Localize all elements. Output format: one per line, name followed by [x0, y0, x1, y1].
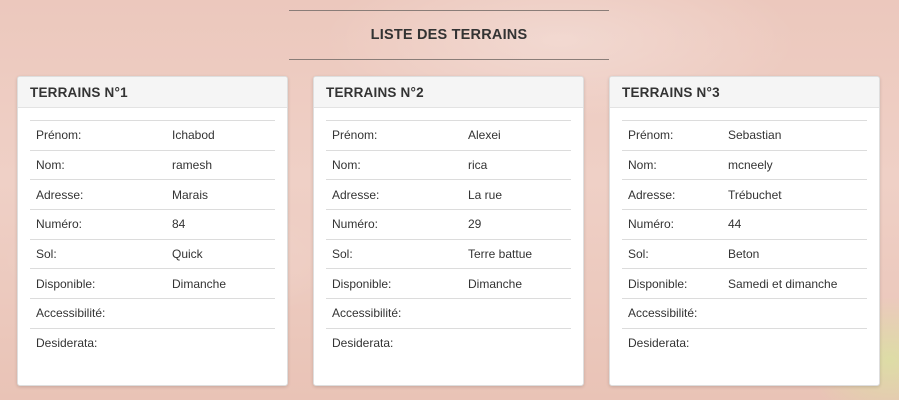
page-header: LISTE DES TERRAINS — [289, 10, 609, 60]
label-nom: Nom: — [30, 149, 166, 180]
row-numero: Numéro: 29 — [326, 209, 571, 240]
card-title: TERRAINS N°1 — [18, 77, 287, 108]
page-title-prefix: LISTE DES — [370, 27, 448, 43]
row-prenom: Prénom: Alexei — [326, 120, 571, 151]
card-title: TERRAINS N°2 — [314, 77, 583, 108]
value-desiderata — [462, 327, 571, 358]
value-sol: Beton — [722, 238, 867, 269]
row-accessibilite: Accessibilité: — [326, 298, 571, 329]
terrain-card-1: TERRAINS N°1 Prénom: Ichabod Nom: ramesh… — [17, 76, 288, 386]
value-numero: 29 — [462, 209, 571, 240]
row-nom: Nom: ramesh — [30, 149, 275, 180]
value-adresse: La rue — [462, 179, 571, 210]
label-accessibilite: Accessibilité: — [30, 298, 166, 329]
value-numero: 44 — [722, 209, 867, 240]
label-nom: Nom: — [622, 149, 722, 180]
row-numero: Numéro: 84 — [30, 209, 275, 240]
value-sol: Quick — [166, 238, 275, 269]
label-adresse: Adresse: — [326, 179, 462, 210]
row-desiderata: Desiderata: — [30, 327, 275, 358]
row-numero: Numéro: 44 — [622, 209, 867, 240]
row-adresse: Adresse: Marais — [30, 179, 275, 210]
label-disponible: Disponible: — [30, 268, 166, 299]
label-prenom: Prénom: — [326, 120, 462, 151]
label-disponible: Disponible: — [326, 268, 462, 299]
row-accessibilite: Accessibilité: — [622, 298, 867, 329]
value-numero: 84 — [166, 209, 275, 240]
row-disponible: Disponible: Samedi et dimanche — [622, 268, 867, 299]
value-sol: Terre battue — [462, 238, 571, 269]
row-desiderata: Desiderata: — [622, 327, 867, 358]
row-prenom: Prénom: Sebastian — [622, 120, 867, 151]
label-prenom: Prénom: — [622, 120, 722, 151]
row-sol: Sol: Beton — [622, 238, 867, 269]
card-body: Prénom: Alexei Nom: rica Adresse: La rue… — [314, 108, 583, 358]
value-disponible: Samedi et dimanche — [722, 268, 867, 299]
value-nom: ramesh — [166, 149, 275, 180]
row-nom: Nom: rica — [326, 149, 571, 180]
value-nom: rica — [462, 149, 571, 180]
terrain-card-2: TERRAINS N°2 Prénom: Alexei Nom: rica Ad… — [313, 76, 584, 386]
card-body: Prénom: Ichabod Nom: ramesh Adresse: Mar… — [18, 108, 287, 358]
value-accessibilite — [722, 298, 867, 329]
label-adresse: Adresse: — [30, 179, 166, 210]
row-prenom: Prénom: Ichabod — [30, 120, 275, 151]
label-desiderata: Desiderata: — [30, 327, 166, 358]
row-desiderata: Desiderata: — [326, 327, 571, 358]
terrain-info-table: Prénom: Alexei Nom: rica Adresse: La rue… — [326, 120, 571, 358]
row-adresse: Adresse: Trébuchet — [622, 179, 867, 210]
value-adresse: Marais — [166, 179, 275, 210]
label-nom: Nom: — [326, 149, 462, 180]
label-adresse: Adresse: — [622, 179, 722, 210]
label-numero: Numéro: — [622, 209, 722, 240]
card-body: Prénom: Sebastian Nom: mcneely Adresse: … — [610, 108, 879, 358]
label-sol: Sol: — [622, 238, 722, 269]
page-title-strong: TERRAINS — [451, 27, 528, 43]
value-prenom: Ichabod — [166, 120, 275, 151]
value-adresse: Trébuchet — [722, 179, 867, 210]
terrain-card-3: TERRAINS N°3 Prénom: Sebastian Nom: mcne… — [609, 76, 880, 386]
value-prenom: Alexei — [462, 120, 571, 151]
label-sol: Sol: — [326, 238, 462, 269]
terrain-info-table: Prénom: Ichabod Nom: ramesh Adresse: Mar… — [30, 120, 275, 358]
label-prenom: Prénom: — [30, 120, 166, 151]
label-desiderata: Desiderata: — [326, 327, 462, 358]
value-desiderata — [166, 327, 275, 358]
value-disponible: Dimanche — [462, 268, 571, 299]
value-accessibilite — [462, 298, 571, 329]
label-accessibilite: Accessibilité: — [622, 298, 722, 329]
value-accessibilite — [166, 298, 275, 329]
row-adresse: Adresse: La rue — [326, 179, 571, 210]
value-nom: mcneely — [722, 149, 867, 180]
value-prenom: Sebastian — [722, 120, 867, 151]
row-accessibilite: Accessibilité: — [30, 298, 275, 329]
label-sol: Sol: — [30, 238, 166, 269]
value-desiderata — [722, 327, 867, 358]
row-nom: Nom: mcneely — [622, 149, 867, 180]
value-disponible: Dimanche — [166, 268, 275, 299]
label-numero: Numéro: — [30, 209, 166, 240]
row-sol: Sol: Quick — [30, 238, 275, 269]
label-numero: Numéro: — [326, 209, 462, 240]
row-disponible: Disponible: Dimanche — [326, 268, 571, 299]
page-title: LISTE DES TERRAINS — [371, 27, 528, 43]
card-title: TERRAINS N°3 — [610, 77, 879, 108]
label-disponible: Disponible: — [622, 268, 722, 299]
label-desiderata: Desiderata: — [622, 327, 722, 358]
terrain-info-table: Prénom: Sebastian Nom: mcneely Adresse: … — [622, 120, 867, 358]
row-disponible: Disponible: Dimanche — [30, 268, 275, 299]
row-sol: Sol: Terre battue — [326, 238, 571, 269]
label-accessibilite: Accessibilité: — [326, 298, 462, 329]
